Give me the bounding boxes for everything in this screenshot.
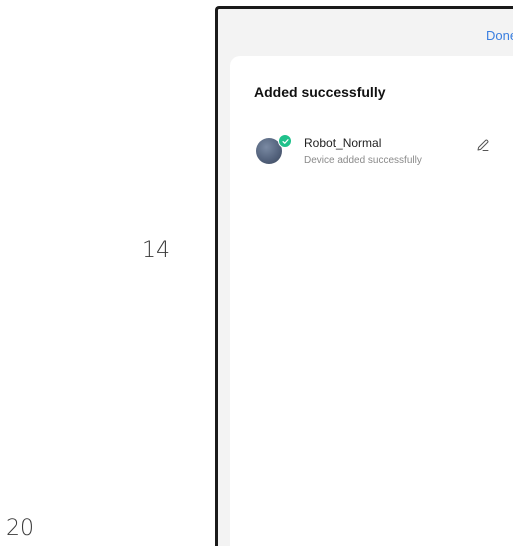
device-list-item[interactable]: Robot_Normal Device added successfully <box>256 134 496 170</box>
device-status: Device added successfully <box>304 155 422 166</box>
done-button[interactable]: Done <box>486 28 513 43</box>
page-number-bottom: 20 <box>6 516 34 541</box>
device-name: Robot_Normal <box>304 136 382 150</box>
check-icon <box>278 134 292 148</box>
edit-icon[interactable] <box>476 138 490 152</box>
page-number-side: 14 <box>142 238 170 263</box>
card-title: Added successfully <box>254 84 386 100</box>
phone-frame: Done Added successfully Robot_Normal Dev… <box>215 6 513 556</box>
result-card: Added successfully Robot_Normal Device a… <box>230 56 513 556</box>
